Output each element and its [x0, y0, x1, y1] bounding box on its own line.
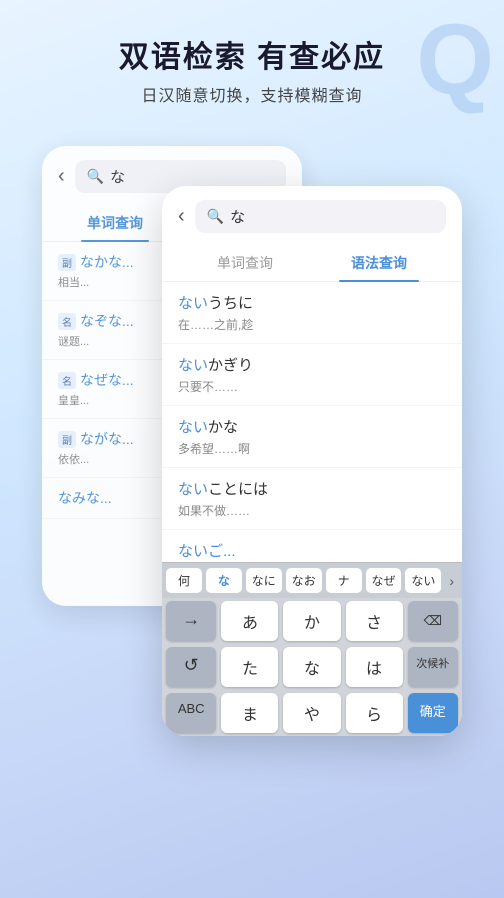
key-ra[interactable]: ら [346, 693, 403, 733]
grammar-jp: ないうちに [178, 292, 446, 313]
key-confirm[interactable]: 确定 [408, 693, 458, 733]
key-top-NA[interactable]: ナ [326, 568, 362, 593]
key-top-nao[interactable]: なお [286, 568, 322, 593]
front-search-value: な [230, 206, 245, 227]
phones-container: ‹ 🔍 な 单词查询 语法查询 副なかな... 相当... 名なぞな... 谜题… [42, 126, 462, 746]
grammar-cn: 只要不…… [178, 378, 446, 395]
key-ma[interactable]: ま [221, 693, 278, 733]
grammar-jp: ないことには [178, 478, 446, 499]
key-top-nai[interactable]: ない [405, 568, 441, 593]
key-undo[interactable]: ↺ [166, 647, 216, 687]
grammar-list: ないうちに 在……之前,趁 ないかぎり 只要不…… ないかな 多希望……啊 ない… [162, 282, 462, 572]
tab-front-word[interactable]: 单词查询 [178, 245, 312, 281]
key-a[interactable]: あ [221, 601, 278, 641]
tag: 副 [58, 254, 76, 271]
key-arrow[interactable]: → [166, 601, 216, 641]
grammar-item[interactable]: ないかぎり 只要不…… [162, 344, 462, 406]
tag: 名 [58, 372, 76, 389]
grammar-item[interactable]: ないうちに 在……之前,趁 [162, 282, 462, 344]
tab-back-word[interactable]: 单词查询 [58, 205, 172, 241]
back-arrow-icon[interactable]: ‹ [58, 165, 65, 188]
front-phone-nav: ‹ 🔍 な [162, 186, 462, 241]
key-abc[interactable]: ABC [166, 693, 216, 733]
key-ka[interactable]: か [283, 601, 340, 641]
grammar-cn: 在……之前,趁 [178, 316, 446, 333]
key-ta[interactable]: た [221, 647, 278, 687]
header-section: Q 双语检索 有查必应 日汉随意切换，支持模糊查询 [0, 0, 504, 126]
search-icon: 🔍 [87, 168, 104, 185]
key-ha[interactable]: は [346, 647, 403, 687]
tag: 名 [58, 313, 76, 330]
keyboard-top-row: 何 な なに なお ナ なぜ ない › [162, 563, 462, 598]
front-search-bar[interactable]: 🔍 な [195, 200, 446, 233]
grammar-cn: 多希望……啊 [178, 440, 446, 457]
grammar-item[interactable]: ないかな 多希望……啊 [162, 406, 462, 468]
key-na[interactable]: な [283, 647, 340, 687]
key-top-na[interactable]: な [206, 568, 242, 593]
header-subtitle: 日汉随意切换，支持模糊查询 [20, 82, 484, 106]
keyboard-area: 何 な なに なお ナ なぜ ない › → あ か さ ⌫ ↺ た な [162, 562, 462, 736]
grammar-jp: ないかぎり [178, 354, 446, 375]
back-search-value: な [110, 166, 125, 187]
key-ya[interactable]: や [283, 693, 340, 733]
keyboard-row-1: → あ か さ ⌫ [162, 598, 462, 644]
keyboard-row-3: ABC ま や ら 确定 [162, 690, 462, 736]
key-top-nani[interactable]: なに [246, 568, 282, 593]
header-title: 双语检索 有查必应 [20, 32, 484, 76]
front-back-arrow-icon[interactable]: ‹ [178, 205, 185, 228]
tag: 副 [58, 431, 76, 448]
tab-front-grammar[interactable]: 语法查询 [312, 245, 446, 281]
grammar-jp: ないご... [178, 540, 446, 561]
phone-front: ‹ 🔍 な 单词查询 语法查询 ないうちに 在……之前,趁 ないかぎり 只要不…… [162, 186, 462, 736]
front-search-icon: 🔍 [207, 208, 224, 225]
key-top-he[interactable]: 何 [166, 568, 202, 593]
grammar-item[interactable]: ないことには 如果不做…… [162, 468, 462, 530]
key-next-candidate[interactable]: 次候补 [408, 647, 458, 687]
front-phone-tabs: 单词查询 语法查询 [162, 245, 462, 282]
grammar-cn: 如果不做…… [178, 502, 446, 519]
grammar-jp: ないかな [178, 416, 446, 437]
keyboard-row-2: ↺ た な は 次候补 [162, 644, 462, 690]
key-top-naze[interactable]: なぜ [366, 568, 402, 593]
key-delete[interactable]: ⌫ [408, 601, 458, 641]
key-sa[interactable]: さ [346, 601, 403, 641]
expand-icon[interactable]: › [445, 569, 458, 593]
